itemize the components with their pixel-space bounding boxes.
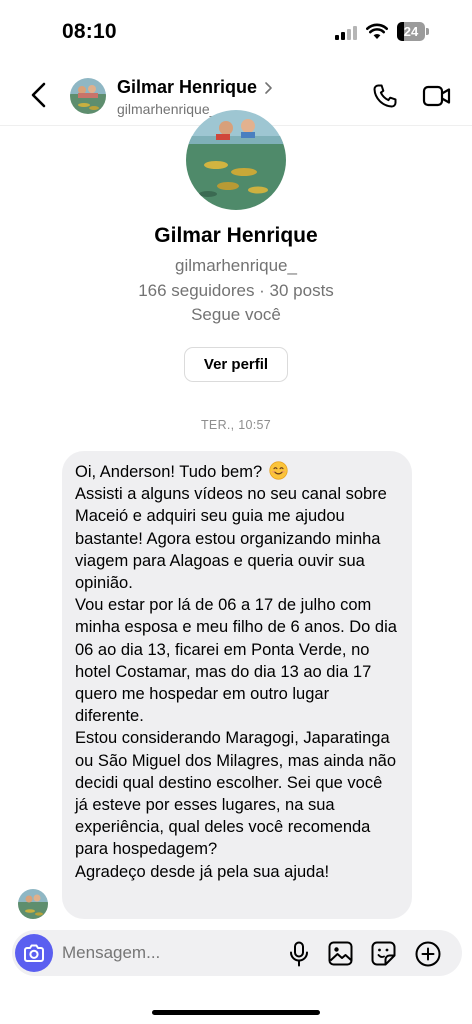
view-profile-button[interactable]: Ver perfil (184, 347, 288, 382)
home-indicator (152, 1010, 320, 1015)
header-avatar[interactable] (70, 78, 106, 114)
message-bubble[interactable]: Oi, Anderson! Tudo bem? Assisti a alguns… (62, 451, 412, 919)
chevron-right-icon (265, 81, 272, 94)
message-paragraph: Agradeço desde já pela sua ajuda! (75, 862, 330, 881)
gallery-icon[interactable] (328, 941, 353, 966)
phone-icon[interactable] (371, 82, 399, 110)
profile-username: gilmarhenrique_ (175, 256, 297, 275)
plus-icon[interactable] (415, 941, 441, 967)
wifi-icon (366, 23, 388, 39)
status-time: 08:10 (62, 20, 117, 43)
header-name-row[interactable]: Gilmar Henrique (117, 77, 273, 98)
message-input[interactable] (62, 930, 282, 976)
signal-icon (335, 26, 359, 40)
profile-name: Gilmar Henrique (154, 224, 318, 247)
message-composer (12, 930, 462, 976)
camera-icon (24, 944, 44, 962)
battery-icon: 24 (397, 22, 430, 41)
header-name: Gilmar Henrique (117, 77, 258, 97)
message-greeting-line: Oi, Anderson! Tudo bem? (75, 461, 398, 483)
message-timestamp: TER., 10:57 (201, 418, 271, 432)
status-bar: 08:10 24 (0, 0, 472, 64)
video-camera-icon[interactable] (422, 83, 452, 109)
message-greeting: Oi, Anderson! Tudo bem? (75, 463, 263, 481)
message-paragraph: Estou considerando Maragogi, Japaratinga… (75, 729, 397, 859)
follows-you-label: Segue você (191, 305, 281, 324)
sender-avatar[interactable] (18, 889, 48, 919)
smiling-face-emoji (269, 461, 288, 480)
sticker-icon[interactable] (371, 941, 396, 966)
battery-level: 24 (403, 24, 419, 39)
header-username: gilmarhenrique_ (117, 101, 218, 117)
message-paragraph: Vou estar por lá de 06 a 17 de julho com… (75, 596, 397, 726)
camera-button[interactable] (15, 934, 53, 972)
microphone-icon[interactable] (288, 941, 310, 967)
profile-stats: 166 seguidores · 30 posts (138, 281, 334, 300)
back-arrow-icon[interactable] (26, 80, 52, 110)
message-paragraph: Assisti a alguns vídeos no seu canal sob… (75, 485, 387, 593)
profile-avatar[interactable] (186, 110, 286, 210)
